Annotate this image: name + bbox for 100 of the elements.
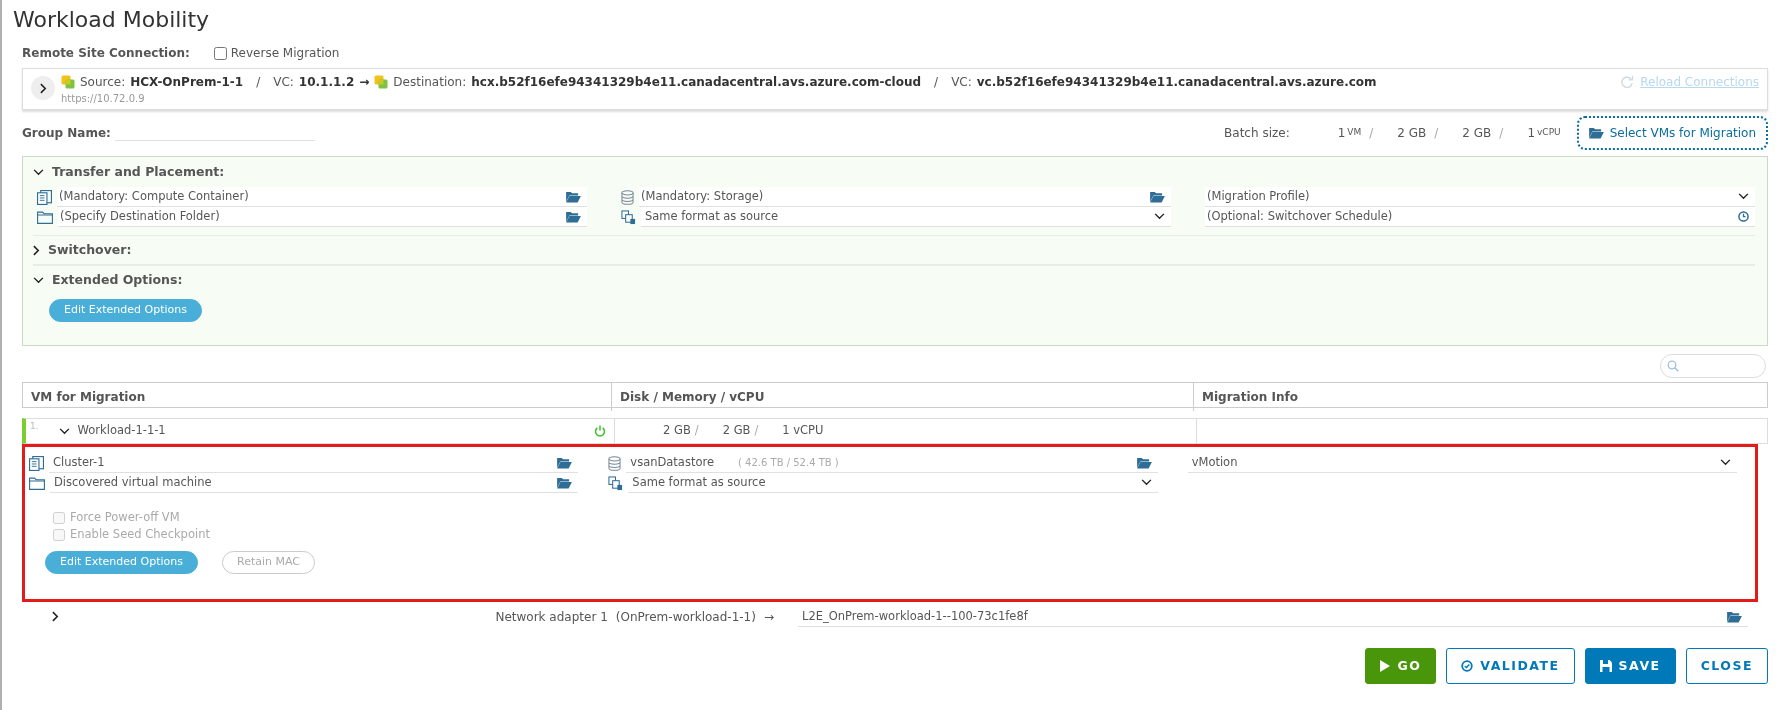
column-header: Migration Info — [1193, 383, 1767, 411]
reload-connections-link: Reload Connections — [1620, 73, 1759, 91]
save-icon — [1599, 660, 1612, 672]
group-name-label: Group Name: — [22, 125, 111, 142]
row-index: 1. — [29, 420, 40, 433]
folder-icon[interactable] — [1588, 127, 1604, 139]
chevron-down-icon[interactable] — [1720, 459, 1731, 466]
play-icon — [1380, 660, 1391, 672]
checkbox-label: Reverse Migration — [230, 45, 340, 62]
go-button[interactable]: GO — [1365, 648, 1437, 684]
folder-icon[interactable] — [566, 190, 581, 203]
chevron-down-icon[interactable] — [1738, 193, 1749, 200]
check-circle-icon — [1461, 660, 1474, 672]
folder-icon[interactable] — [1727, 610, 1742, 623]
destination-label: Destination: — [393, 74, 467, 91]
folder-icon[interactable] — [1150, 190, 1165, 203]
section-header[interactable]: Transfer and Placement: — [33, 157, 1755, 187]
destination-name: hcx.b52f16efe94341329b4e11.canadacentral.avs.azure.com-cloud — [471, 74, 922, 91]
chevron-down-icon[interactable] — [1140, 479, 1152, 486]
documents-icon — [608, 475, 624, 491]
vm-name: Workload-1-1-1 — [77, 422, 167, 440]
resource-value: 2 GB — [663, 422, 691, 440]
network-target-field[interactable]: L2E_OnPrem-workload-1--100-73c1fe8f — [798, 607, 1748, 627]
destination-folder-field[interactable]: Discovered virtual machine — [50, 473, 579, 493]
field-value: Same format as source — [632, 474, 766, 489]
folder-icon[interactable] — [1136, 456, 1152, 469]
remote-site-label: Remote Site Connection: — [22, 45, 190, 62]
option-label: Force Power-off VM — [70, 508, 180, 526]
field-value: vsanDatastore — [630, 454, 714, 469]
disk-format-field[interactable]: Same format as source — [641, 207, 1171, 227]
source-label: Source: — [80, 74, 126, 91]
field-value: Same format as source — [645, 208, 779, 223]
vc-address: vc.b52f16efe94341329b4e11.canadacentral.avs.azure.com — [976, 74, 1377, 91]
chevron-down-icon[interactable] — [58, 427, 70, 435]
path-separator: / — [1369, 125, 1374, 142]
save-button[interactable]: SAVE — [1584, 648, 1676, 684]
database-icon — [621, 189, 634, 205]
expand-button[interactable] — [31, 76, 55, 100]
path-separator: / — [934, 74, 939, 91]
compute-container-field[interactable]: Cluster-1 — [49, 453, 579, 473]
migration-profile-field[interactable]: vMotion — [1187, 453, 1737, 473]
clock-icon[interactable] — [1738, 211, 1749, 222]
folder-icon — [37, 210, 53, 224]
batch-value: 1 — [1527, 125, 1535, 142]
path-separator: / — [754, 422, 759, 440]
chevron-down-icon[interactable] — [1154, 213, 1165, 220]
batch-value: 2 GB — [1462, 125, 1492, 142]
connection-url: https://10.72.0.9 — [61, 92, 146, 106]
folder-icon[interactable] — [557, 456, 573, 469]
resource-value: 2 GB — [722, 422, 751, 440]
path-separator: / — [256, 74, 261, 91]
vc-address: 10.1.1.2 — [298, 74, 355, 91]
database-icon — [608, 455, 622, 471]
field-value: Discovered virtual machine — [54, 474, 212, 489]
squares-logo-icon — [61, 75, 75, 89]
select-vms-button[interactable]: Select VMs for Migration — [1576, 116, 1768, 150]
network-adapter-label: Network adapter 1 — [495, 609, 608, 626]
network-source: (OnPrem-workload-1-1) — [615, 609, 756, 626]
path-separator: / — [1434, 125, 1439, 142]
source-name: HCX-OnPrem-1-1 — [130, 74, 244, 91]
search-icon — [1667, 360, 1679, 372]
chevron-right-icon[interactable] — [52, 611, 59, 623]
vc-label: VC: — [951, 74, 972, 91]
extended-option-button: Retain MAC — [222, 551, 315, 574]
vc-label: VC: — [273, 74, 294, 91]
folder-icon — [29, 476, 45, 490]
column-header: VM for Migration — [30, 389, 147, 406]
column-header: Disk / Memory / vCPU — [611, 383, 1193, 411]
arrow-icon: → — [763, 608, 774, 626]
chevron-down-icon — [33, 277, 44, 284]
section-header[interactable]: Switchover: — [33, 235, 1755, 265]
batch-size-label: Batch size: — [1224, 125, 1290, 142]
validate-button[interactable]: VALIDATE — [1446, 648, 1575, 684]
capacity-text: ( 42.6 TB / 52.4 TB ) — [738, 456, 839, 468]
disk-format-field[interactable]: Same format as source — [628, 473, 1158, 493]
close-button[interactable]: CLOSE — [1685, 648, 1768, 684]
option-label: Enable Seed Checkpoint — [70, 525, 210, 543]
arrow-icon: → — [359, 73, 370, 91]
server-icon — [29, 455, 44, 471]
network-target: L2E_OnPrem-workload-1--100-73c1fe8f — [801, 607, 1029, 625]
chevron-right-icon — [33, 244, 40, 256]
page-title: Workload Mobility — [13, 6, 211, 34]
path-separator: / — [694, 422, 699, 440]
chevron-right-icon — [39, 82, 47, 94]
section-header[interactable]: Extended Options: — [33, 265, 1755, 295]
batch-value: 2 GB — [1397, 125, 1427, 142]
batch-unit: vCPU — [1537, 126, 1561, 140]
folder-icon[interactable] — [557, 476, 573, 489]
squares-logo-icon — [374, 75, 389, 89]
server-icon — [37, 189, 52, 205]
batch-unit: VM — [1347, 126, 1362, 140]
field-value: Cluster-1 — [53, 454, 105, 469]
batch-value: 1 — [1337, 125, 1346, 142]
path-separator: / — [1499, 125, 1504, 142]
reload-icon — [1620, 75, 1635, 89]
field-value: vMotion — [1191, 454, 1238, 469]
resource-value: 1 vCPU — [782, 422, 824, 440]
reverse-migration-checkbox[interactable] — [213, 46, 227, 60]
folder-icon[interactable] — [566, 210, 581, 223]
table-row[interactable]: 1. Workload-1-1-1 2 GB / 2 GB / 1 vCPU — [22, 418, 1768, 444]
